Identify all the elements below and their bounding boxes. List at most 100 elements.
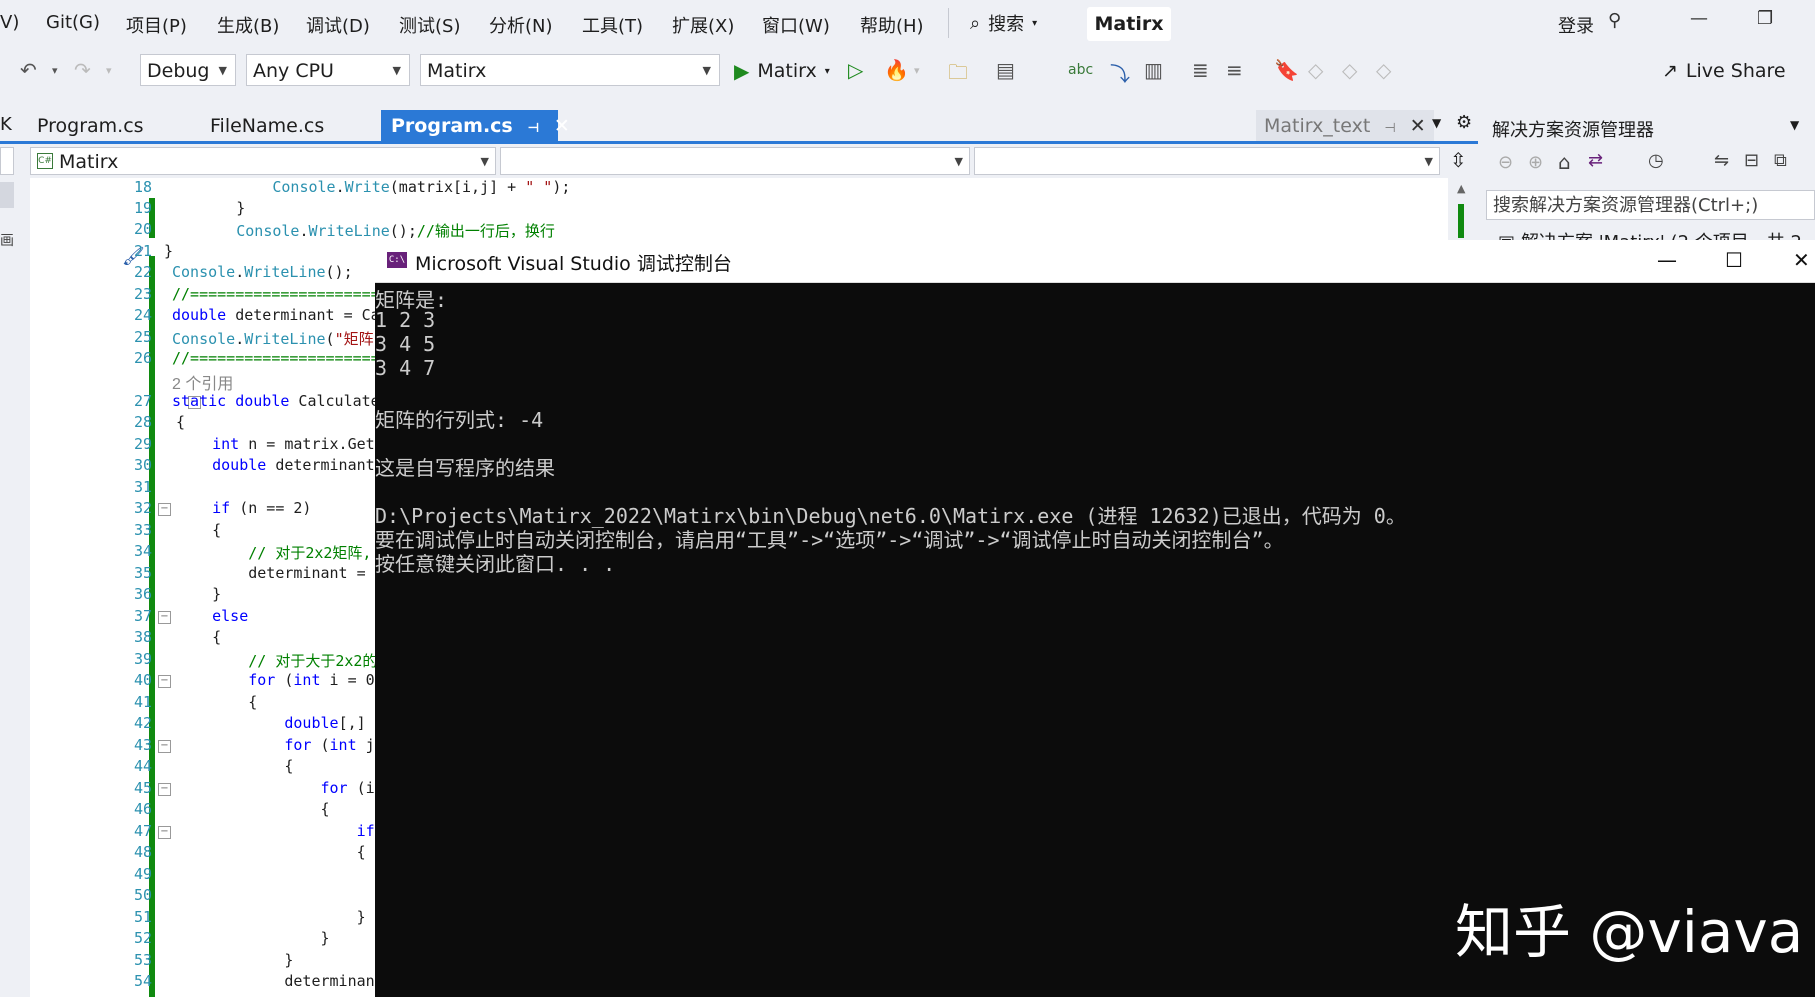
menu-test[interactable]: 测试(S)	[399, 12, 460, 38]
code-line[interactable]: Console.WriteLine();//输出一行后，换行	[164, 220, 555, 241]
pin-icon[interactable]: ⊣	[1384, 121, 1395, 136]
menu-view[interactable]: V)	[0, 12, 19, 33]
chevron-down-icon[interactable]: ▾	[914, 64, 920, 77]
code-line[interactable]: }	[176, 908, 366, 926]
menu-debug[interactable]: 调试(D)	[306, 12, 370, 38]
collapse-icon[interactable]: −	[158, 826, 171, 839]
tab-filename-cs[interactable]: FileName.cs	[200, 110, 334, 142]
collapsed-panel-tab[interactable]: K	[0, 114, 12, 135]
menu-analyze[interactable]: 分析(N)	[489, 12, 553, 38]
code-line[interactable]: determinant = (	[176, 564, 383, 582]
start-debug-button[interactable]: ▶ Matirx ▾	[734, 56, 830, 86]
collapse-all-icon[interactable]: ⊟	[1744, 150, 1759, 171]
startup-project-select[interactable]: Matirx ▼	[420, 54, 720, 86]
code-line[interactable]: for (in	[176, 779, 384, 797]
code-line[interactable]: {	[176, 413, 185, 431]
close-icon[interactable]: ✕	[554, 115, 570, 137]
chevron-down-icon[interactable]: ▼	[1432, 116, 1441, 130]
hot-reload-icon[interactable]: 🔥	[884, 58, 909, 82]
code-line[interactable]: }	[164, 242, 173, 260]
code-line[interactable]: {	[176, 628, 221, 646]
code-line[interactable]: Console.Write(matrix[i,j] + " ");	[164, 178, 570, 196]
code-line[interactable]: for (int i = 0;	[176, 671, 383, 689]
maximize-icon[interactable]: ☐	[1725, 248, 1743, 272]
tab-program-cs[interactable]: Program.cs	[27, 110, 154, 142]
code-line[interactable]: }	[176, 951, 293, 969]
project-nav-combo[interactable]: C# Matirx ▼	[30, 147, 496, 175]
config-select[interactable]: Debug ▼	[140, 54, 236, 86]
code-line[interactable]: {	[176, 693, 257, 711]
chevron-down-icon[interactable]: ▾	[106, 64, 112, 77]
code-line[interactable]: // 对于大于2x2的	[176, 650, 377, 671]
uncomment-lines-icon[interactable]: ≡	[1226, 58, 1243, 82]
solution-search-input[interactable]: 搜索解决方案资源管理器(Ctrl+;)	[1486, 190, 1815, 220]
collapsed-tool-window[interactable]	[0, 182, 14, 208]
document-outline-icon[interactable]: ▥	[1144, 58, 1163, 82]
back-icon[interactable]: ⊖	[1498, 152, 1513, 173]
live-share-button[interactable]: ↗ Live Share	[1662, 56, 1786, 86]
prev-bookmark-icon[interactable]: ◇	[1308, 58, 1323, 82]
collapse-icon[interactable]: −	[158, 740, 171, 753]
bookmark-icon[interactable]: 🔖	[1274, 58, 1299, 82]
restore-icon[interactable]: ❐	[1757, 8, 1773, 29]
console-title-bar[interactable]: C:\ Microsoft Visual Studio 调试控制台 — ☐ ✕	[375, 240, 1815, 283]
code-line[interactable]: if (n == 2)	[176, 499, 311, 517]
code-line[interactable]: Console.WriteLine("矩阵	[172, 328, 374, 349]
next-bookmark-icon[interactable]: ◇	[1342, 58, 1357, 82]
menu-tools[interactable]: 工具(T)	[582, 12, 643, 38]
chevron-down-icon[interactable]: ▼	[1790, 118, 1799, 132]
debug-console-window[interactable]: C:\ Microsoft Visual Studio 调试控制台 — ☐ ✕ …	[375, 240, 1815, 997]
collapse-icon[interactable]: −	[158, 783, 171, 796]
code-line[interactable]: double determinant = Ca	[172, 306, 380, 324]
spell-check-icon[interactable]: abc	[1068, 62, 1093, 78]
code-line[interactable]: Console.WriteLine();	[172, 263, 353, 281]
step-icon[interactable]: ⤵	[1110, 58, 1130, 87]
login-link[interactable]: 登录	[1558, 12, 1594, 38]
code-line[interactable]: {	[176, 757, 293, 775]
chevron-down-icon[interactable]: ▾	[52, 64, 58, 77]
menu-project[interactable]: 项目(P)	[126, 12, 187, 38]
close-icon[interactable]: ✕	[1410, 115, 1426, 137]
codelens-references[interactable]: 2 个引用	[172, 370, 233, 394]
menu-help[interactable]: 帮助(H)	[860, 12, 924, 38]
show-all-files-icon[interactable]: ⧉	[1774, 150, 1787, 171]
code-line[interactable]: {	[176, 521, 221, 539]
tab-program-cs-active[interactable]: Program.cs ⊣ ✕	[381, 110, 570, 142]
collapse-icon[interactable]: −	[158, 675, 171, 688]
menu-window[interactable]: 窗口(W)	[762, 12, 830, 38]
code-line[interactable]: {	[176, 800, 329, 818]
search-button[interactable]: ⌕ 搜索 ▾	[970, 8, 1037, 38]
minimize-icon[interactable]: —	[1657, 248, 1677, 272]
collapse-icon[interactable]: −	[158, 611, 171, 624]
code-line[interactable]: for (int j	[176, 736, 384, 754]
member-nav-combo[interactable]: ▼	[974, 147, 1440, 175]
left-nav-combo-stub[interactable]	[0, 147, 14, 175]
tab-matirx-text[interactable]: Matirx_text ⊣ ✕	[1256, 110, 1434, 142]
redo-icon[interactable]: ↷	[74, 58, 91, 82]
menu-extensions[interactable]: 扩展(X)	[672, 12, 734, 38]
code-line[interactable]: int n = matrix.GetL	[176, 435, 384, 453]
code-line[interactable]: }	[176, 929, 329, 947]
scroll-up-icon[interactable]: ▲	[1457, 182, 1465, 195]
comment-lines-icon[interactable]: ≣	[1192, 58, 1209, 82]
code-line[interactable]: }	[164, 199, 245, 217]
pin-icon[interactable]: ⊣	[527, 121, 539, 136]
sync-icon[interactable]: ⇋	[1714, 150, 1729, 171]
home-icon[interactable]: ⌂	[1558, 150, 1571, 174]
start-without-debug-icon[interactable]: ▷	[848, 58, 863, 82]
close-icon[interactable]: ✕	[1793, 248, 1810, 272]
minimize-icon[interactable]: —	[1690, 8, 1708, 29]
open-folder-icon[interactable]: 🗀	[948, 58, 968, 92]
pending-changes-icon[interactable]: ◷	[1648, 150, 1664, 171]
code-line[interactable]: if	[176, 822, 384, 840]
vs-switch-view-icon[interactable]: ⇄	[1588, 150, 1603, 171]
code-line[interactable]: }	[176, 585, 221, 603]
gear-icon[interactable]: ⚙	[1456, 112, 1472, 133]
account-icon[interactable]: ⚲	[1608, 10, 1621, 31]
code-line[interactable]: static double Calculate	[172, 392, 380, 410]
menu-git[interactable]: Git(G)	[46, 12, 100, 33]
code-line[interactable]: {	[176, 843, 366, 861]
code-line[interactable]: determinant	[176, 972, 383, 990]
collapse-icon[interactable]: −	[158, 503, 171, 516]
window-layout-icon[interactable]: ▤	[996, 58, 1015, 82]
